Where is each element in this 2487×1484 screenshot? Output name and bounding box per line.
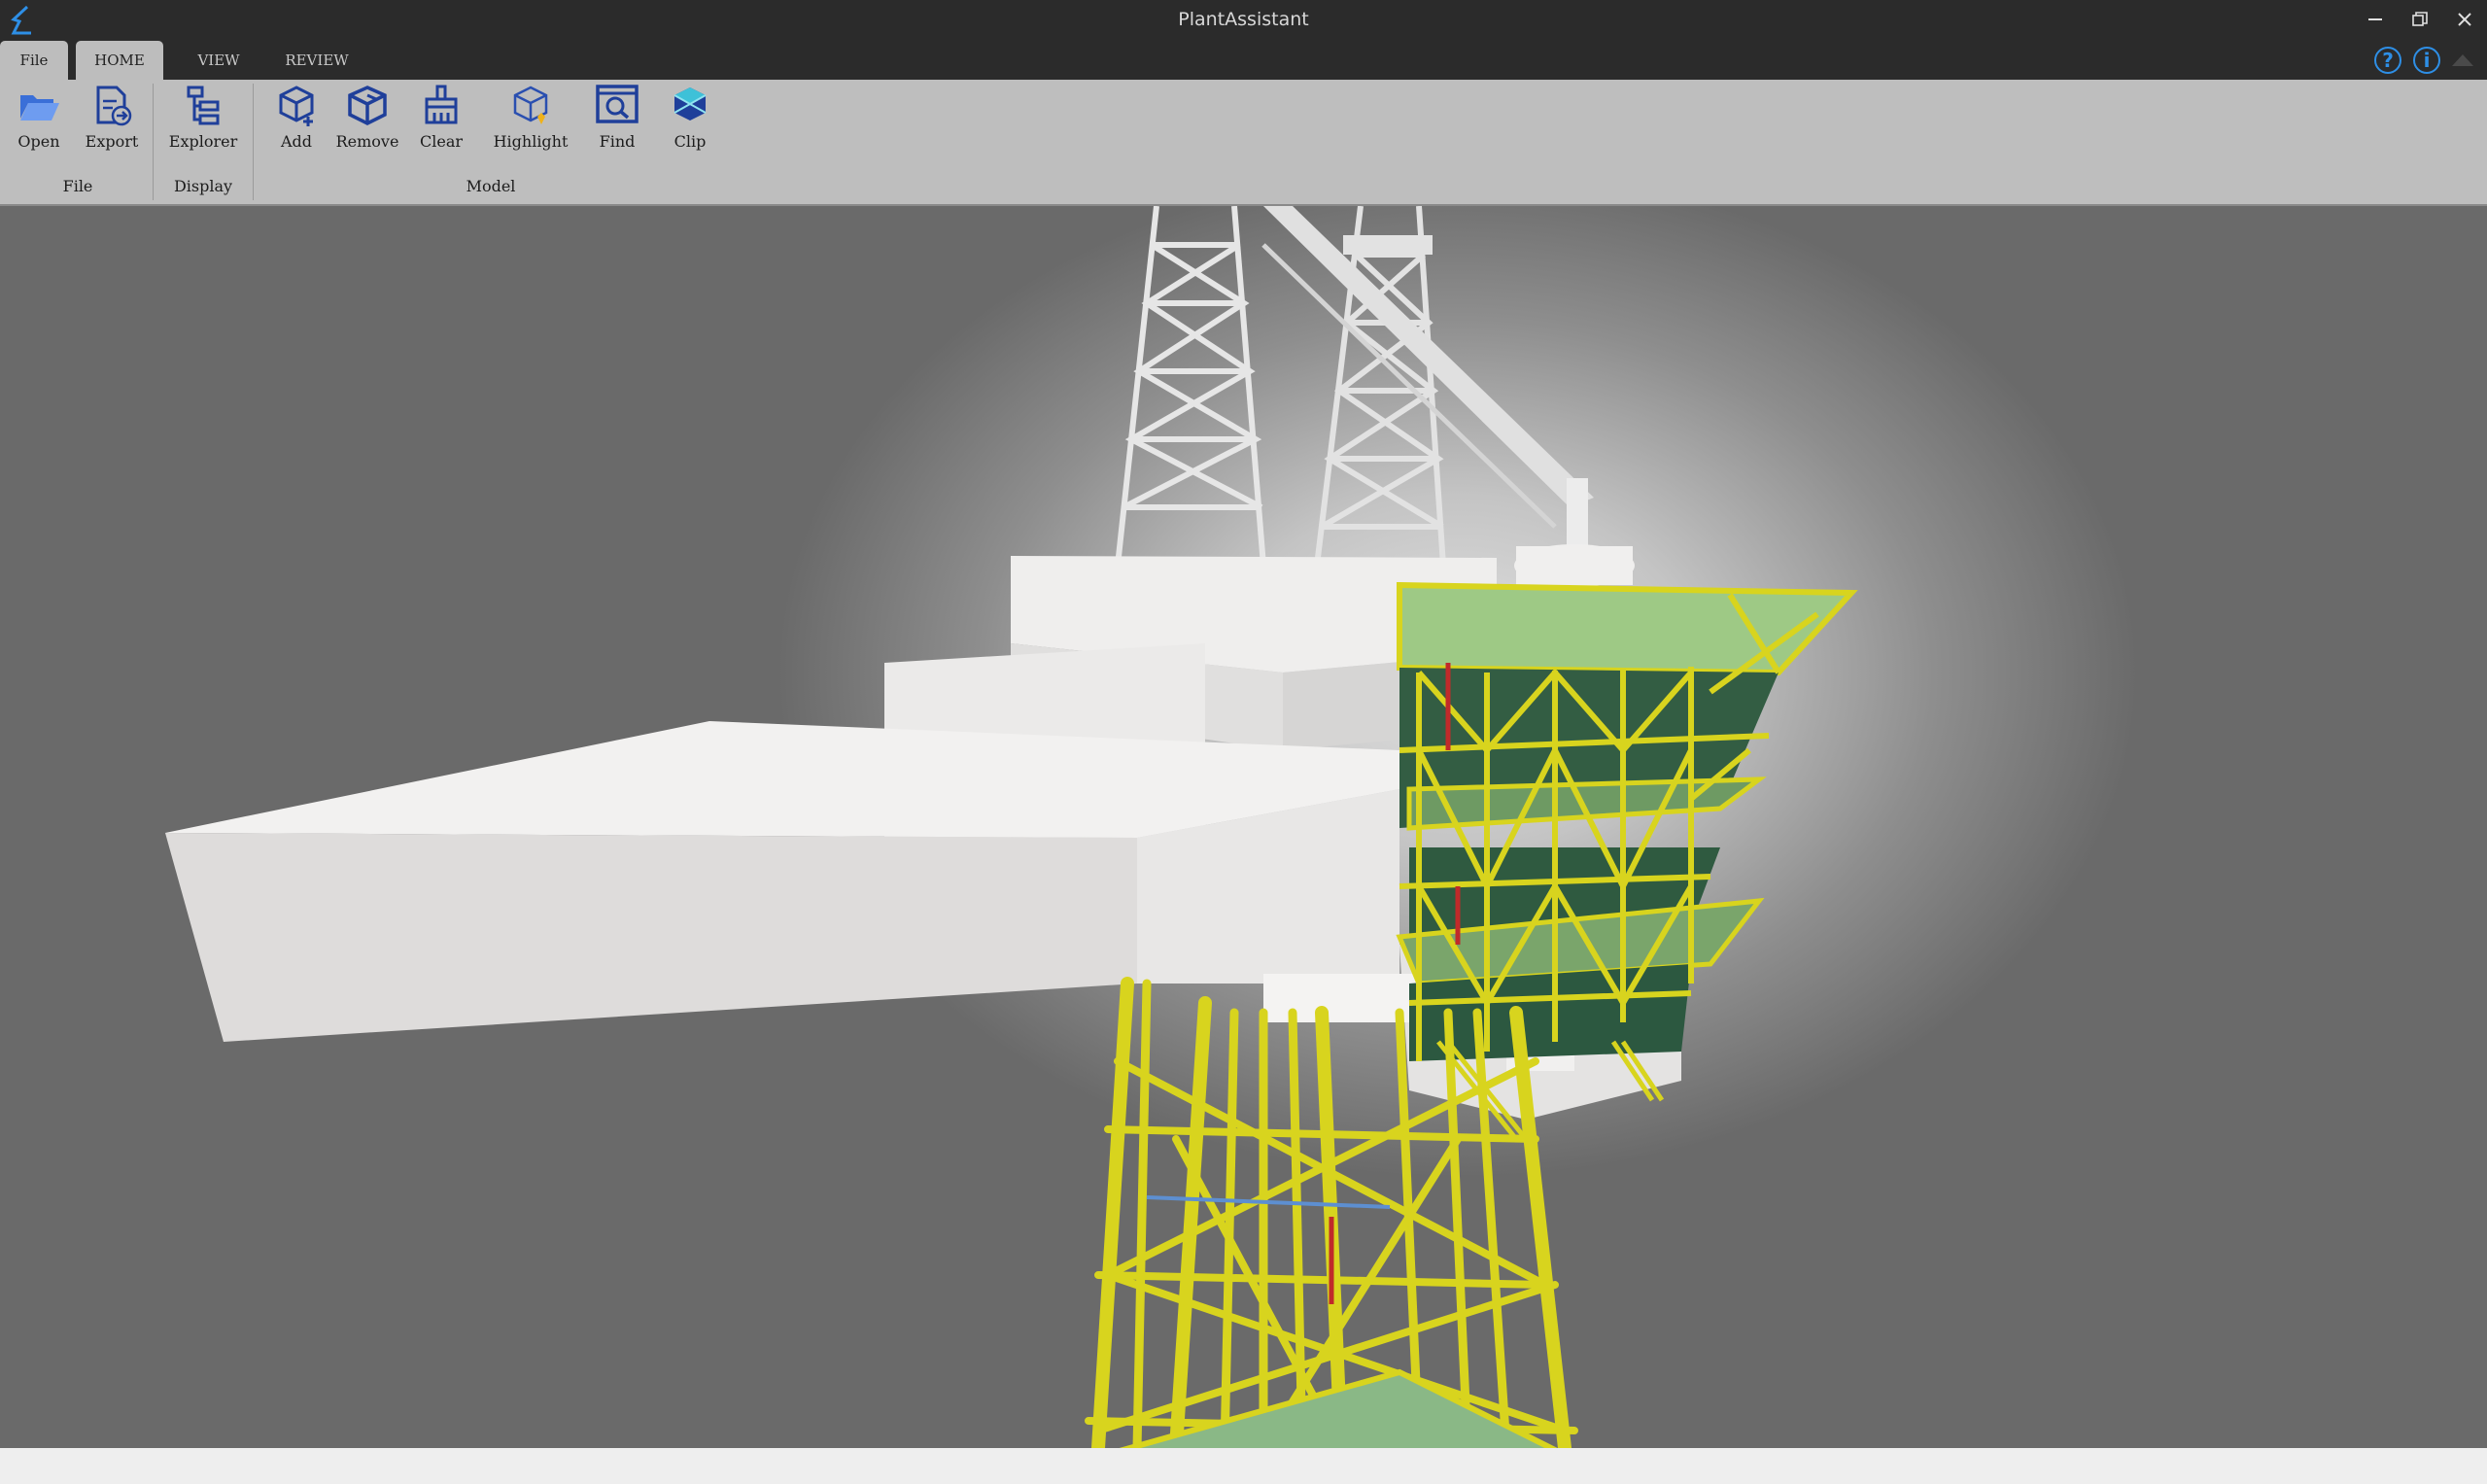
cube-highlight-icon	[513, 86, 548, 124]
derrick-tower-left	[1115, 206, 1266, 567]
window-title: PlantAssistant	[1178, 9, 1309, 30]
clear-button[interactable]: Clear	[414, 80, 468, 157]
group-label-display: Display	[173, 177, 233, 195]
highlight-label: Highlight	[493, 132, 569, 151]
tab-review[interactable]: REVIEW	[276, 41, 358, 80]
tab-file[interactable]: File	[0, 41, 68, 80]
close-button[interactable]	[2442, 0, 2487, 39]
find-label: Find	[599, 132, 636, 151]
clear-label: Clear	[419, 132, 463, 151]
hull-front-face	[165, 833, 1137, 1042]
tab-home[interactable]: HOME	[76, 41, 163, 80]
export-icon	[96, 86, 132, 126]
ribbon-separator	[153, 84, 154, 200]
ribbon-tab-row: File HOME VIEW REVIEW ? i	[0, 39, 2487, 80]
open-label: Open	[17, 132, 60, 151]
folder-open-icon	[20, 95, 59, 121]
restore-icon	[2412, 12, 2428, 26]
help-icon[interactable]: ?	[2374, 47, 2401, 74]
clip-label: Clip	[674, 132, 707, 151]
group-label-model: Model	[466, 177, 516, 195]
add-button[interactable]: Add	[272, 80, 321, 157]
add-label: Add	[280, 132, 313, 151]
info-icon[interactable]: i	[2413, 47, 2440, 74]
collapse-ribbon-icon[interactable]	[2452, 54, 2473, 66]
cube-remove-icon	[348, 86, 387, 125]
clip-button[interactable]: Clip	[665, 80, 715, 157]
remove-button[interactable]: Remove	[336, 80, 398, 157]
window-controls	[2353, 0, 2487, 39]
3d-viewport[interactable]	[0, 206, 2487, 1448]
clip-icon	[674, 87, 707, 121]
find-button[interactable]: Find	[591, 80, 643, 157]
minimize-button[interactable]	[2353, 0, 2398, 39]
quarters-module	[1396, 581, 1858, 1061]
ribbon-panel: Open Export File Explorer Display Add Re…	[0, 80, 2487, 206]
ribbon-separator	[253, 84, 254, 200]
explorer-tree-icon	[187, 86, 220, 125]
status-bar	[0, 1448, 2487, 1484]
crane-pedestal	[1567, 478, 1588, 556]
export-button[interactable]: Export	[82, 80, 142, 157]
minimize-icon	[2368, 18, 2382, 20]
highlight-button[interactable]: Highlight	[488, 80, 573, 157]
close-icon	[2458, 13, 2471, 26]
help-area: ? i	[2374, 41, 2473, 80]
remove-label: Remove	[335, 132, 399, 151]
clear-brush-icon	[425, 85, 458, 124]
tab-view[interactable]: VIEW	[185, 41, 253, 80]
find-icon	[596, 85, 639, 123]
explorer-label: Explorer	[168, 132, 238, 151]
export-label: Export	[85, 132, 139, 151]
title-bar: PlantAssistant	[0, 0, 2487, 39]
open-button[interactable]: Open	[14, 80, 64, 157]
group-label-file: File	[62, 177, 93, 195]
platform-model[interactable]	[0, 206, 2487, 1448]
cube-add-icon	[279, 86, 314, 126]
restore-button[interactable]	[2398, 0, 2442, 39]
explorer-button[interactable]: Explorer	[165, 80, 241, 157]
